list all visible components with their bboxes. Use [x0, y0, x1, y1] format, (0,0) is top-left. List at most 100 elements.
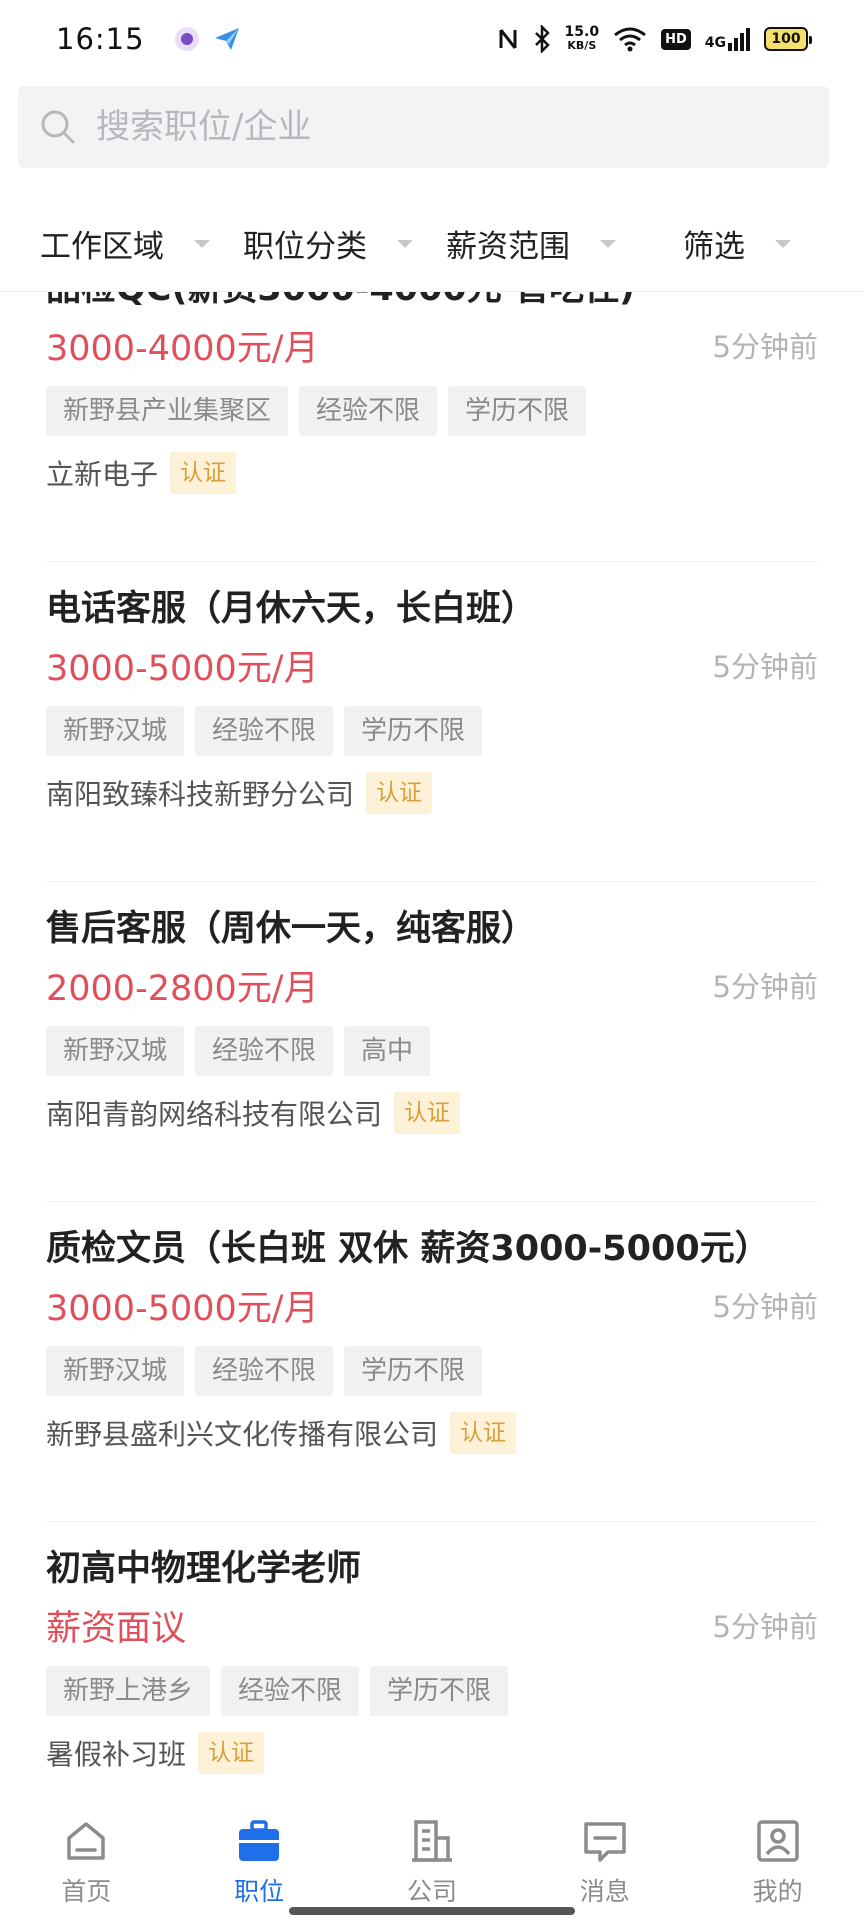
job-tags: 新野上港乡 经验不限 学历不限: [46, 1666, 509, 1716]
filter-salary[interactable]: 薪资范围: [446, 221, 616, 266]
nav-profile-label: 我的: [752, 1877, 803, 1906]
nav-messages[interactable]: 消息: [545, 1816, 665, 1908]
search-input[interactable]: [96, 107, 796, 147]
speed-unit: KB/S: [567, 39, 597, 52]
company-row: 新野县盛利兴文化传播有限公司 认证: [46, 1412, 517, 1454]
company-row: 南阳致臻科技新野分公司 认证: [46, 772, 433, 814]
signal-type: 4G: [704, 34, 726, 51]
status-time: 16:15: [56, 22, 145, 56]
filter-bar: 工作区域 职位分类 薪资范围 筛选: [0, 196, 864, 292]
nav-messages-label: 消息: [579, 1877, 630, 1906]
battery-icon: 100: [764, 27, 812, 51]
tag-location: 新野汉城: [46, 1346, 185, 1396]
briefcase-icon: [239, 1820, 280, 1861]
send-app-icon: [214, 28, 239, 50]
app-screen: 16:15 15.0 KB/S HD 4G 100 搜索职位/企业 工作区域 职…: [0, 0, 864, 1920]
building-icon: [411, 1820, 452, 1862]
job-salary: 3000-5000元/月: [46, 649, 319, 689]
filter-more[interactable]: 筛选: [683, 221, 791, 266]
company-name: 南阳致臻科技新野分公司: [46, 778, 355, 811]
verified-badge: 认证: [394, 1092, 461, 1134]
battery-level: 100: [771, 31, 801, 47]
job-title: 初高中物理化学老师: [46, 1549, 362, 1589]
network-speed: 15.0 KB/S: [565, 25, 600, 53]
company-name: 暑假补习班: [46, 1738, 187, 1771]
tag-location: 新野汉城: [46, 1026, 185, 1076]
caret-down-icon: [775, 239, 791, 248]
filter-area-label: 工作区域: [40, 229, 164, 265]
tag-experience: 经验不限: [195, 1346, 334, 1396]
filter-category[interactable]: 职位分类: [243, 221, 413, 266]
job-card[interactable]: 售后客服（周休一天，纯客服） 2000-2800元/月 5分钟前 新野汉城 经验…: [46, 882, 818, 1202]
filter-salary-label: 薪资范围: [446, 229, 570, 265]
nav-jobs-label: 职位: [234, 1877, 285, 1906]
tag-location: 新野上港乡: [46, 1666, 211, 1716]
filter-area[interactable]: 工作区域: [40, 221, 210, 266]
caret-down-icon: [600, 239, 616, 248]
tag-education: 高中: [344, 1026, 431, 1076]
nav-home[interactable]: 首页: [26, 1816, 146, 1908]
message-icon: [584, 1822, 626, 1862]
tag-experience: 经验不限: [299, 386, 438, 436]
signal-icon: 4G: [704, 27, 750, 51]
job-title: 品检QC(薪资3000-4000元 管吃住): [46, 292, 635, 311]
verified-badge: 认证: [198, 1732, 265, 1774]
nav-company-label: 公司: [406, 1877, 457, 1906]
status-bar: 16:15 15.0 KB/S HD 4G 100: [0, 0, 864, 78]
job-posted-time: 5分钟前: [712, 1610, 818, 1644]
nav-company[interactable]: 公司: [372, 1816, 492, 1908]
job-card[interactable]: 电话客服（月休六天，长白班） 3000-5000元/月 5分钟前 新野汉城 经验…: [46, 562, 818, 882]
wifi-icon: [614, 27, 647, 52]
tag-location: 新野汉城: [46, 706, 185, 756]
home-icon: [67, 1822, 106, 1860]
status-right: 15.0 KB/S HD 4G 100: [497, 25, 812, 53]
company-name: 新野县盛利兴文化传播有限公司: [46, 1418, 439, 1451]
caret-down-icon: [397, 239, 413, 248]
nav-profile[interactable]: 我的: [718, 1816, 838, 1908]
tag-education: 学历不限: [344, 1346, 483, 1396]
tag-education: 学历不限: [370, 1666, 509, 1716]
job-salary: 2000-2800元/月: [46, 969, 319, 1009]
home-indicator[interactable]: [289, 1907, 575, 1915]
job-card[interactable]: 质检文员（长白班 双休 薪资3000-5000元） 3000-5000元/月 5…: [46, 1202, 818, 1522]
job-salary: 3000-5000元/月: [46, 1289, 319, 1329]
nfc-icon: [499, 29, 517, 49]
tag-education: 学历不限: [344, 706, 483, 756]
job-tags: 新野汉城 经验不限 高中: [46, 1026, 431, 1076]
job-posted-time: 5分钟前: [712, 330, 818, 364]
job-title: 售后客服（周休一天，纯客服）: [46, 909, 537, 949]
job-tags: 新野汉城 经验不限 学历不限: [46, 1346, 483, 1396]
job-posted-time: 5分钟前: [712, 970, 818, 1004]
bottom-nav: 首页 职位 公司 消息 我的: [0, 1806, 864, 1920]
nav-home-label: 首页: [61, 1877, 112, 1906]
job-salary: 薪资面议: [46, 1609, 187, 1649]
filter-more-label: 筛选: [683, 229, 745, 265]
job-posted-time: 5分钟前: [712, 650, 818, 684]
job-posted-time: 5分钟前: [712, 1290, 818, 1324]
search-bar[interactable]: [18, 86, 829, 168]
job-tags: 新野县产业集聚区 经验不限 学历不限: [46, 386, 587, 436]
hd-icon: HD: [661, 28, 691, 50]
search-icon: [41, 110, 75, 144]
company-name: 南阳青韵网络科技有限公司: [46, 1098, 383, 1131]
tag-experience: 经验不限: [195, 1026, 334, 1076]
job-tags: 新野汉城 经验不限 学历不限: [46, 706, 483, 756]
job-card[interactable]: 品检QC(薪资3000-4000元 管吃住) 3000-4000元/月 5分钟前…: [46, 292, 818, 562]
job-card[interactable]: 初高中物理化学老师 薪资面议 5分钟前 新野上港乡 经验不限 学历不限 暑假补习…: [46, 1522, 818, 1810]
bluetooth-icon: [534, 25, 550, 53]
tag-experience: 经验不限: [195, 706, 334, 756]
company-row: 立新电子 认证: [46, 452, 237, 494]
speed-value: 15.0: [564, 24, 600, 40]
nav-jobs[interactable]: 职位: [199, 1816, 319, 1908]
caret-down-icon: [194, 239, 210, 248]
notification-icons: [174, 25, 241, 53]
job-salary: 3000-4000元/月: [46, 329, 319, 369]
tag-location: 新野县产业集聚区: [46, 386, 289, 436]
job-list: 品检QC(薪资3000-4000元 管吃住) 3000-4000元/月 5分钟前…: [0, 292, 864, 1810]
tag-experience: 经验不限: [221, 1666, 360, 1716]
profile-icon: [756, 1820, 799, 1862]
company-row: 南阳青韵网络科技有限公司 认证: [46, 1092, 461, 1134]
company-name: 立新电子: [46, 458, 159, 491]
filter-category-label: 职位分类: [243, 229, 367, 265]
app-notification-icon: [174, 27, 199, 51]
